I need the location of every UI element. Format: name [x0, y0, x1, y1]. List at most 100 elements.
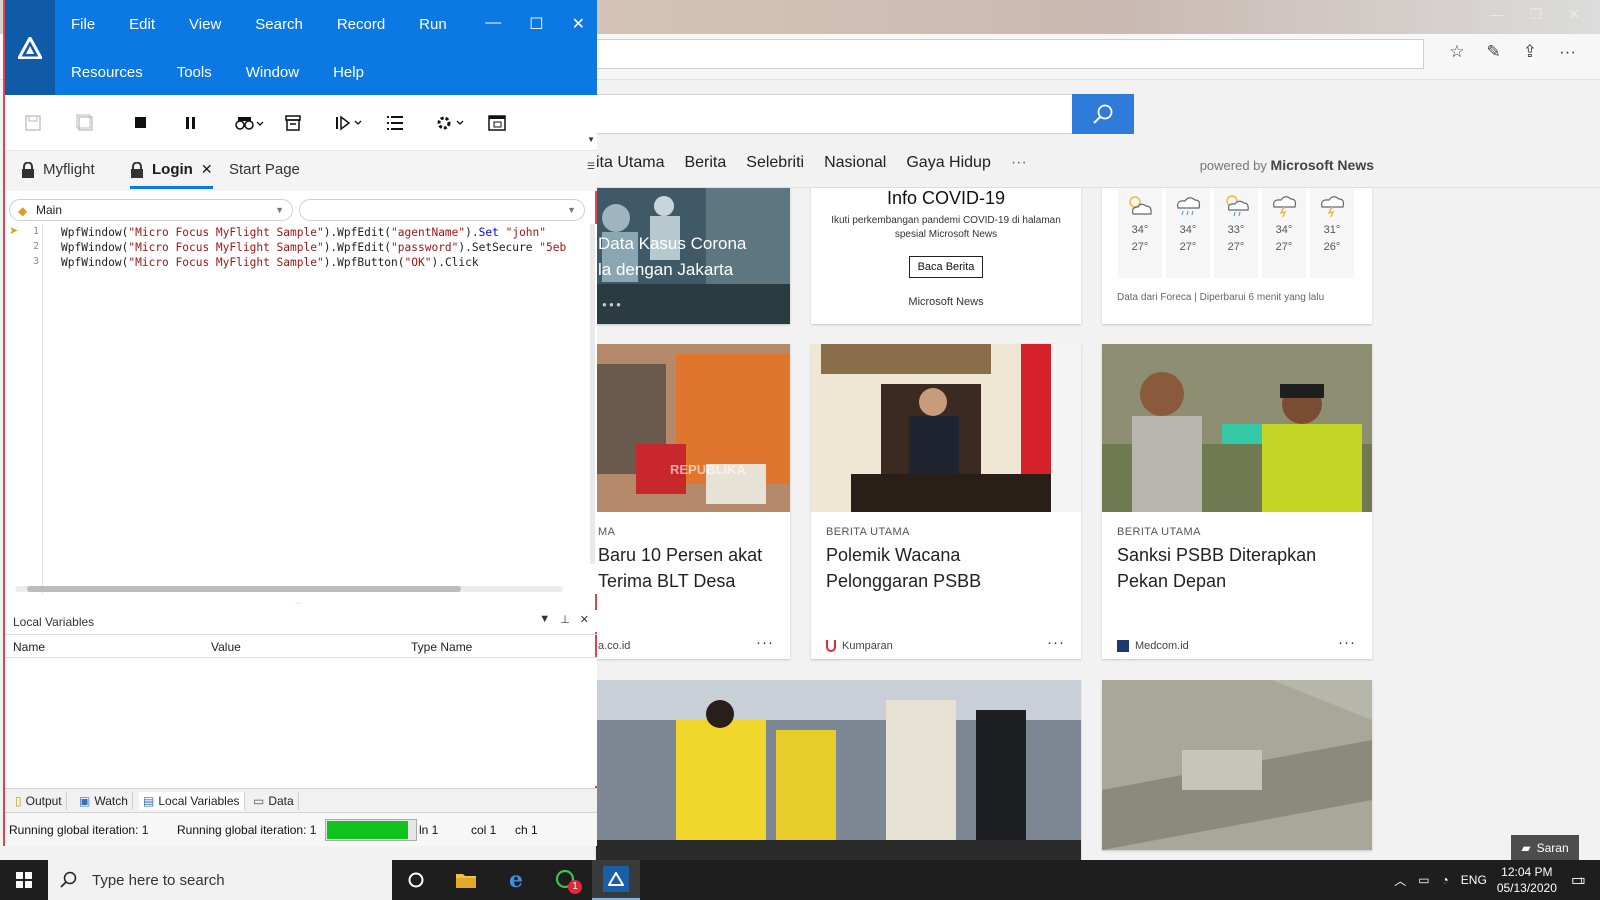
nav-item-nasional[interactable]: Nasional — [824, 154, 886, 172]
baca-berita-button[interactable]: Baca Berita — [909, 256, 983, 278]
card-more-button[interactable]: ··· — [756, 634, 774, 651]
column-name[interactable]: Name — [13, 640, 45, 654]
vertical-scrollbar[interactable] — [590, 224, 595, 564]
news-card-title: Baru 10 Persen akat Terima BLT Desa — [598, 545, 763, 591]
address-bar[interactable] — [590, 39, 1424, 69]
favorites-star-icon[interactable]: ☆ — [1449, 42, 1464, 62]
card-more-button[interactable]: ··· — [1047, 634, 1065, 651]
browser-close-icon[interactable]: ✕ — [1568, 6, 1580, 23]
tab-close-icon[interactable]: ✕ — [201, 161, 213, 178]
cortana-button[interactable] — [392, 860, 440, 900]
weather-day-4[interactable]: 34° 27° — [1262, 188, 1306, 278]
tab-output[interactable]: ▯ Output — [11, 792, 67, 810]
record-mode-icon[interactable] — [235, 113, 265, 133]
taskbar-edge[interactable]: e — [492, 860, 540, 900]
code-line[interactable]: 1 WpfWindow("Micro Focus MyFlight Sample… — [5, 226, 597, 241]
code-line[interactable]: 2 WpfWindow("Micro Focus MyFlight Sample… — [5, 241, 597, 256]
code-editor[interactable]: ➤ 1 WpfWindow("Micro Focus MyFlight Samp… — [5, 224, 597, 607]
news-card-sanksi-psbb[interactable]: BERITA UTAMA Sanksi PSBB Diterapkan Peka… — [1102, 344, 1372, 659]
battery-icon[interactable]: ▭ — [1418, 873, 1429, 887]
code-line[interactable]: 3 WpfWindow("Micro Focus MyFlight Sample… — [5, 256, 597, 271]
pen-notes-icon[interactable]: ✎ — [1487, 42, 1501, 62]
hero-pager-dots[interactable]: ● ● ● — [602, 300, 621, 309]
nav-more[interactable]: ··· — [1011, 154, 1027, 172]
news-card-source: Kumparan — [826, 640, 893, 652]
tab-login[interactable]: Login ✕ — [130, 161, 213, 189]
taskbar-search-box[interactable]: Type here to search — [48, 860, 392, 900]
action-dropdown[interactable]: ◆ Main ▼ — [9, 199, 293, 221]
taskbar-whatsapp[interactable]: 1 — [542, 860, 590, 900]
settings-gear-icon[interactable] — [435, 113, 467, 133]
save-icon[interactable] — [23, 113, 43, 133]
pin-icon[interactable]: ⊥ — [560, 613, 570, 626]
tab-data[interactable]: ▭ Data — [249, 792, 299, 810]
menu-tools[interactable]: Tools — [177, 64, 212, 81]
pause-icon[interactable] — [181, 113, 201, 133]
weather-day-3[interactable]: 33° 27° — [1214, 188, 1258, 278]
weather-day-1[interactable]: 34° 27° — [1118, 188, 1162, 278]
close-icon[interactable]: ✕ — [572, 14, 585, 34]
news-search-button[interactable] — [1072, 94, 1134, 134]
stop-icon[interactable] — [131, 113, 151, 133]
menu-search[interactable]: Search — [255, 16, 303, 33]
news-search-input[interactable] — [590, 94, 1072, 134]
column-type-name[interactable]: Type Name — [411, 640, 472, 654]
nav-item-selebriti[interactable]: Selebriti — [746, 154, 804, 172]
card-more-button[interactable]: ··· — [1338, 634, 1356, 651]
menu-window[interactable]: Window — [246, 64, 299, 81]
save-all-icon[interactable] — [75, 113, 95, 133]
horizontal-scrollbar[interactable] — [15, 586, 563, 592]
feedback-icon: ▰ — [1521, 840, 1531, 855]
window-layout-icon[interactable] — [487, 113, 507, 133]
weather-day-2[interactable]: 34° 27° — [1166, 188, 1210, 278]
action-center-icon[interactable]: ▭ 1 — [1571, 870, 1586, 890]
minimize-icon[interactable]: — — [485, 14, 501, 34]
tab-myflight[interactable]: Myflight — [21, 161, 95, 178]
menu-file[interactable]: File — [71, 16, 95, 33]
weather-day-5[interactable]: 31° 26° — [1310, 188, 1354, 278]
scrollbar-thumb[interactable] — [27, 586, 461, 592]
news-card-psbb-polemik[interactable]: BERITA UTAMA Polemik Wacana Pelonggaran … — [811, 344, 1081, 659]
tab-watch[interactable]: ▣ Watch — [75, 792, 133, 810]
nav-item-berita-utama[interactable]: ita Utama — [596, 154, 664, 172]
saran-feedback-button[interactable]: ▰ Saran — [1511, 835, 1579, 860]
menu-run[interactable]: Run — [419, 16, 447, 33]
menu-resources[interactable]: Resources — [71, 64, 143, 81]
nav-item-berita[interactable]: Berita — [684, 154, 726, 172]
menu-view[interactable]: View — [189, 16, 221, 33]
code-token: ).Click — [431, 256, 479, 269]
splitter-handle[interactable]: ··· — [295, 600, 302, 607]
panel-dropdown-icon[interactable]: ▼ — [539, 613, 550, 626]
run-from-step-icon[interactable] — [335, 113, 365, 133]
tray-chevron-up-icon[interactable]: ︿ — [1394, 872, 1406, 889]
menu-help[interactable]: Help — [333, 64, 364, 81]
hero-news-card[interactable]: Data Kasus Corona la dengan Jakarta ● ● … — [596, 188, 790, 324]
taskbar-clock[interactable]: 12:04 PM 05/13/2020 — [1497, 864, 1557, 896]
news-card-aerial-photo[interactable] — [1102, 680, 1372, 850]
browser-restore-icon[interactable]: ❐ — [1530, 6, 1543, 23]
column-value[interactable]: Value — [211, 640, 241, 654]
more-menu-icon[interactable]: ··· — [1559, 42, 1576, 62]
browser-minimize-icon[interactable]: — — [1490, 6, 1504, 23]
tab-start-page[interactable]: Start Page — [229, 161, 300, 178]
tab-local-variables[interactable]: ▤ Local Variables — [139, 792, 245, 810]
menu-edit[interactable]: Edit — [129, 16, 155, 33]
start-button[interactable] — [0, 860, 48, 900]
menu-record[interactable]: Record — [337, 16, 385, 33]
taskbar-uft[interactable] — [592, 860, 640, 900]
kumparan-logo-icon — [826, 640, 836, 652]
maximize-icon[interactable]: ☐ — [529, 14, 543, 34]
tabs-overflow-icon[interactable]: ☰ — [587, 161, 595, 172]
news-card-blt[interactable]: REPUBLIKA MA Baru 10 Persen akat Terima … — [596, 344, 790, 659]
toolbar-overflow-icon[interactable]: ▼ — [587, 135, 595, 144]
archive-icon[interactable] — [283, 113, 303, 133]
object-dropdown[interactable]: ▼ — [299, 199, 585, 221]
steps-list-icon[interactable] — [385, 113, 405, 133]
news-card-airport-photo[interactable] — [596, 680, 1081, 860]
panel-close-icon[interactable]: ✕ — [580, 613, 589, 626]
wifi-icon[interactable]: ◔ — [1442, 873, 1449, 887]
share-icon[interactable]: ⇪ — [1523, 42, 1537, 62]
taskbar-file-explorer[interactable] — [442, 860, 490, 900]
language-indicator[interactable]: ENG — [1461, 873, 1487, 887]
nav-item-gaya-hidup[interactable]: Gaya Hidup — [906, 154, 991, 172]
